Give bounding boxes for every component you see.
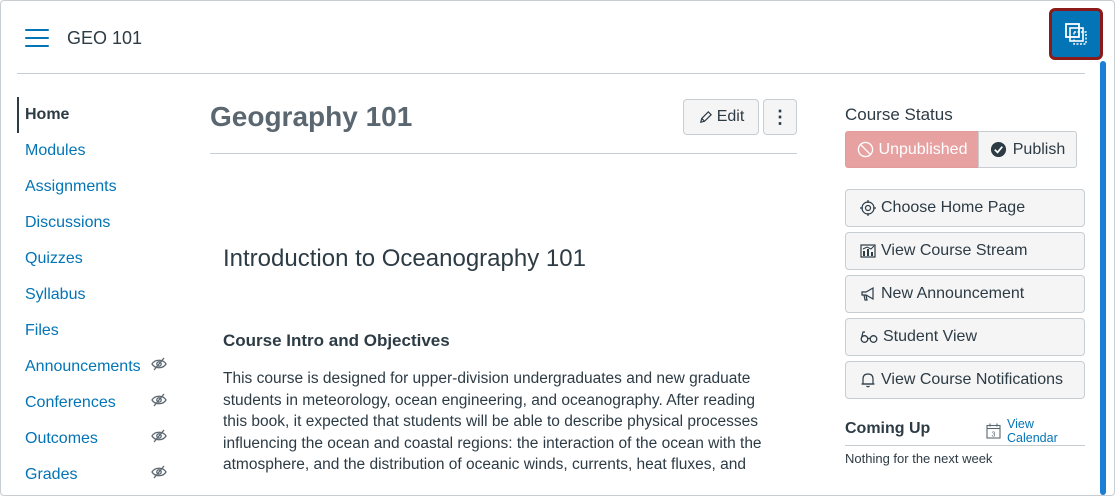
course-tray-button[interactable] xyxy=(1049,8,1103,60)
button-label: Student View xyxy=(883,328,977,345)
nav-item-label: Conferences xyxy=(25,394,116,411)
button-label: Choose Home Page xyxy=(881,199,1026,216)
nav-item-outcomes[interactable]: Outcomes xyxy=(17,421,177,457)
glasses-icon xyxy=(860,329,878,345)
edit-button[interactable]: Edit xyxy=(683,99,759,135)
new-announcement-button[interactable]: New Announcement xyxy=(845,275,1085,313)
button-label: New Announcement xyxy=(881,285,1025,302)
edit-button-label: Edit xyxy=(716,108,745,125)
view-course-notifications-button[interactable]: View Course Notifications xyxy=(845,361,1085,399)
pencil-icon xyxy=(698,110,713,125)
button-label: View Course Notifications xyxy=(881,371,1064,388)
nav-item-label: Announcements xyxy=(25,358,141,375)
hamburger-menu-icon[interactable] xyxy=(25,29,49,47)
course-status-title: Course Status xyxy=(845,105,953,124)
breadcrumb-course[interactable]: GEO 101 xyxy=(67,28,142,49)
nav-item-discussions[interactable]: Discussions xyxy=(17,205,177,241)
nav-item-home[interactable]: Home xyxy=(17,97,177,133)
nav-item-assignments[interactable]: Assignments xyxy=(17,169,177,205)
title-divider xyxy=(210,153,797,154)
svg-text:3: 3 xyxy=(992,432,996,439)
calendar-icon: 3 xyxy=(986,423,1001,439)
ban-icon xyxy=(857,141,874,158)
more-options-button[interactable]: ⋮ xyxy=(763,99,797,135)
view-course-stream-button[interactable]: View Course Stream xyxy=(845,232,1085,270)
nav-item-label: Grades xyxy=(25,466,78,483)
publish-button[interactable]: Publish xyxy=(978,131,1077,168)
nav-item-label: Home xyxy=(25,106,70,123)
nav-item-syllabus[interactable]: Syllabus xyxy=(17,277,177,313)
eye-slash-icon xyxy=(151,421,167,457)
copy-layers-icon xyxy=(1065,23,1087,45)
top-bar: GEO 101 xyxy=(1,1,1114,73)
nav-item-grades[interactable]: Grades xyxy=(17,457,177,493)
page-heading: Introduction to Oceanography 101 xyxy=(223,245,586,272)
view-calendar-label: View Calendar xyxy=(1007,417,1058,445)
scrollbar[interactable] xyxy=(1100,61,1106,495)
course-navigation: Home Modules Assignments Discussions Qui… xyxy=(17,97,177,493)
coming-up-divider xyxy=(845,445,1085,446)
nav-item-modules[interactable]: Modules xyxy=(17,133,177,169)
check-circle-icon xyxy=(990,141,1007,158)
megaphone-icon xyxy=(860,286,876,302)
nav-item-files[interactable]: Files xyxy=(17,313,177,349)
section-heading: Course Intro and Objectives xyxy=(223,331,450,350)
eye-slash-icon xyxy=(151,349,167,385)
publish-label: Publish xyxy=(1012,140,1066,158)
eye-slash-icon xyxy=(151,457,167,493)
nav-item-label: Outcomes xyxy=(25,430,98,447)
nav-item-label: Files xyxy=(25,322,59,339)
body-paragraph: This course is designed for upper-divisi… xyxy=(223,370,762,473)
app-window: GEO 101 Home Modules Assignments Discuss… xyxy=(0,0,1115,496)
nav-item-label: Discussions xyxy=(25,214,111,231)
nav-item-label: Assignments xyxy=(25,178,117,195)
nav-item-conferences[interactable]: Conferences xyxy=(17,385,177,421)
nav-item-label: Syllabus xyxy=(25,286,86,303)
unpublished-label: Unpublished xyxy=(878,140,968,158)
nav-item-announcements[interactable]: Announcements xyxy=(17,349,177,385)
view-calendar-link[interactable]: 3 View Calendar xyxy=(986,417,1085,445)
button-label: View Course Stream xyxy=(881,242,1028,259)
choose-home-page-button[interactable]: Choose Home Page xyxy=(845,189,1085,227)
nav-item-label: Quizzes xyxy=(25,250,83,267)
kebab-menu-icon: ⋮ xyxy=(771,106,789,127)
eye-slash-icon xyxy=(151,385,167,421)
coming-up-heading: Coming Up xyxy=(845,420,931,437)
nav-item-label: Modules xyxy=(25,142,86,159)
target-icon xyxy=(860,200,876,216)
unpublished-button[interactable]: Unpublished xyxy=(845,131,979,168)
coming-up-empty-text: Nothing for the next week xyxy=(845,451,993,466)
student-view-button[interactable]: Student View xyxy=(845,318,1085,356)
nav-item-quizzes[interactable]: Quizzes xyxy=(17,241,177,277)
stream-icon xyxy=(860,243,876,259)
page-title: Geography 101 xyxy=(210,101,413,132)
header-divider xyxy=(17,73,1085,74)
bell-icon xyxy=(860,372,876,388)
